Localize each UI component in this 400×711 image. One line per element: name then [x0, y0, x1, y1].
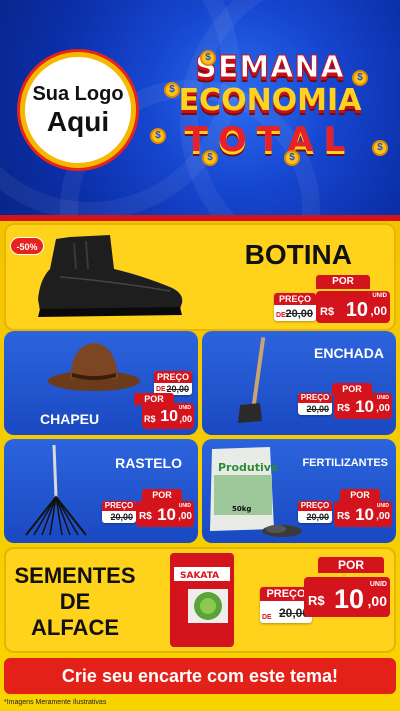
coin-icon: $ — [352, 70, 368, 86]
product-name: RASTELO — [115, 455, 182, 471]
new-price-box: R$ 10 ,00 UNID — [304, 577, 390, 617]
new-price-box: R$ 10 ,00 UNID — [136, 501, 194, 527]
package-brand: Produtive — [218, 461, 278, 474]
coin-icon: $ — [372, 140, 388, 156]
coin-icon: $ — [284, 150, 300, 166]
logo-text-line2: Aqui — [46, 106, 110, 137]
currency-symbol: R$ — [337, 403, 350, 414]
divider — [0, 215, 400, 221]
preco-label: PREÇO — [154, 371, 192, 383]
old-price-box: PREÇO 20,00 — [298, 501, 332, 523]
price-cents: ,00 — [179, 414, 192, 424]
new-price-box: R$ 10 ,00 UNID — [334, 501, 392, 527]
product-name: BOTINA — [244, 239, 352, 270]
price-cents: ,00 — [376, 403, 390, 414]
price-cents: ,00 — [367, 593, 387, 609]
unit-label: UNID — [376, 503, 389, 509]
price-cents: ,00 — [178, 511, 192, 522]
hat-image — [48, 343, 140, 391]
coin-icon: $ — [150, 128, 166, 144]
fertilizer-bag-image: Produtive 50kg — [210, 447, 302, 537]
currency-symbol: R$ — [139, 511, 152, 522]
product-name-line2: DE — [59, 589, 91, 614]
currency-symbol: R$ — [337, 511, 350, 522]
price-integer: 10 — [345, 299, 368, 321]
header-banner: Sua Logo Aqui SEMANA ECONOMIA TOTAL $ $ … — [0, 0, 400, 215]
logo-placeholder[interactable]: Sua Logo Aqui — [20, 52, 136, 168]
currency-symbol: R$ — [144, 414, 156, 424]
old-price: 20,00 — [306, 404, 329, 414]
new-price-box: R$ 10 ,00 UNID — [334, 393, 392, 419]
por-label: POR — [340, 489, 380, 501]
coin-icon: $ — [164, 82, 180, 98]
seed-packet-image: SAKATA — [170, 553, 234, 647]
product-card-rastelo[interactable]: RASTELO POR PREÇO 20,00 R$ 10 ,00 UNID — [4, 439, 198, 543]
product-card-chapeu[interactable]: CHAPEU PREÇO DE 20,00 POR R$ 10 ,00 UNID — [4, 331, 198, 435]
por-label: POR — [316, 275, 370, 289]
price-integer: 10 — [157, 505, 176, 524]
preco-label: PREÇO — [298, 393, 332, 403]
price-integer: 10 — [355, 397, 374, 416]
old-price-box: PREÇO DE 20,00 — [274, 293, 316, 321]
por-label: POR — [318, 557, 384, 573]
package-weight: 50kg — [232, 505, 251, 513]
disclaimer-text: *Imagens Meramente Ilustrativas — [4, 699, 107, 706]
price-integer: 10 — [333, 584, 364, 614]
product-card-botina[interactable]: -50% BOTINA POR PREÇO DE 20,00 R$ 10 ,00… — [4, 223, 396, 331]
preco-label: PREÇO — [102, 501, 136, 511]
price-cents: ,00 — [376, 511, 390, 522]
product-name: CHAPEU — [40, 411, 100, 427]
coin-icon: $ — [200, 50, 216, 66]
price-integer: 10 — [355, 505, 374, 524]
product-name: ENCHADA — [314, 345, 384, 361]
cta-banner[interactable]: Crie seu encarte com este tema! — [4, 658, 396, 694]
preco-label: PREÇO — [274, 293, 316, 305]
logo-text-line1: Sua Logo — [32, 83, 124, 105]
hoe-image — [238, 337, 266, 423]
de-label: DE — [156, 386, 166, 393]
unit-label: UNID — [372, 293, 387, 299]
products-area: -50% BOTINA POR PREÇO DE 20,00 R$ 10 ,00… — [0, 215, 400, 711]
de-label: DE — [262, 614, 272, 621]
old-price-box: PREÇO 20,00 — [102, 501, 136, 523]
old-price: 20,00 — [110, 512, 133, 522]
price-tag: POR PREÇO DE 20,00 R$ 10 ,00 UNID — [274, 275, 390, 323]
old-price-box: PREÇO DE 20,00 — [154, 371, 192, 395]
title-line2: ECONOMIA — [178, 83, 362, 118]
title-line3: TOTAL — [184, 120, 356, 160]
currency-symbol: R$ — [320, 306, 335, 318]
rake-image — [25, 444, 87, 536]
product-card-fertilizantes[interactable]: Produtive 50kg FERTILIZANTES POR PREÇO 2… — [202, 439, 396, 543]
preco-label: PREÇO — [298, 501, 332, 511]
boot-image — [38, 235, 183, 317]
product-card-sementes[interactable]: SEMENTES DE ALFACE SAKATA POR PREÇO DE 2… — [4, 547, 396, 653]
old-price-box: PREÇO 20,00 — [298, 393, 332, 415]
unit-label: UNID — [178, 503, 191, 509]
old-price: 20,00 — [306, 512, 329, 522]
new-price-box: R$ 10 ,00 UNID — [142, 403, 194, 429]
old-price: 20,00 — [285, 308, 313, 320]
unit-label: UNID — [376, 395, 389, 401]
de-label: DE — [276, 312, 286, 319]
product-name: SEMENTES DE ALFACE — [10, 563, 140, 641]
por-label: POR — [142, 489, 182, 501]
new-price-box: R$ 10 ,00 UNID — [316, 291, 390, 323]
price-cents: ,00 — [370, 304, 387, 318]
product-name: FERTILIZANTES — [302, 457, 388, 469]
product-name-line1: SEMENTES — [14, 563, 136, 588]
campaign-title: SEMANA ECONOMIA TOTAL — [150, 51, 390, 162]
currency-symbol: R$ — [308, 593, 325, 608]
unit-label: UNID — [369, 581, 387, 588]
product-card-enchada[interactable]: ENCHADA POR PREÇO 20,00 R$ 10 ,00 UNID — [202, 331, 396, 435]
package-brand: SAKATA — [180, 571, 219, 581]
price-integer: 10 — [160, 408, 178, 425]
product-name-line3: ALFACE — [31, 615, 119, 640]
coin-icon: $ — [202, 150, 218, 166]
unit-label: UNID — [178, 405, 191, 411]
